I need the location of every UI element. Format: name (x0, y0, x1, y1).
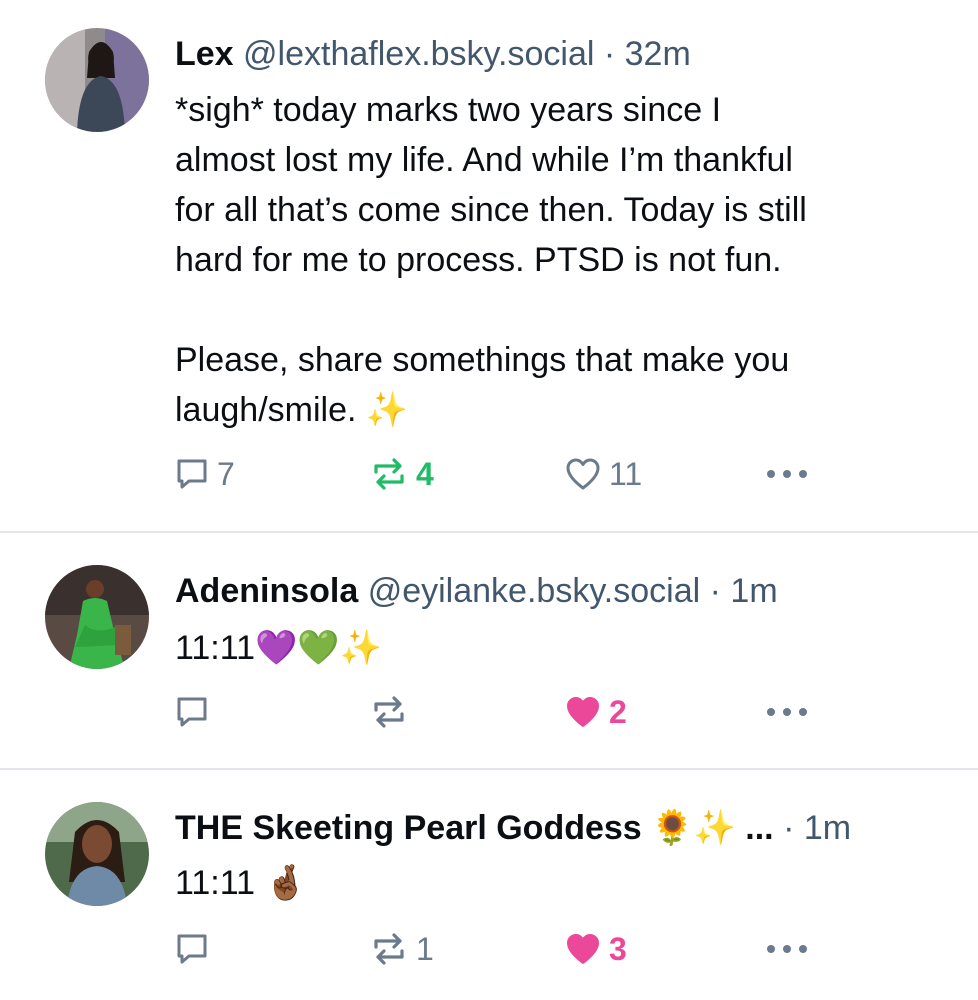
post-text: *sigh* today marks two years since I alm… (175, 91, 807, 429)
repost-button[interactable]: 1 (370, 927, 434, 971)
more-dots-icon (767, 945, 807, 953)
like-button[interactable]: 3 (565, 927, 627, 971)
heart-icon (567, 697, 599, 727)
repost-count: 4 (416, 455, 434, 492)
avatar[interactable] (45, 28, 149, 132)
author-handle[interactable]: @eyilanke.bsky.social (368, 572, 700, 610)
speech-bubble-icon (177, 459, 207, 489)
post-text: 11:11💜💚✨ (175, 629, 383, 667)
timestamp[interactable]: 1m (730, 572, 777, 610)
post-adeninsola[interactable]: Adeninsola @eyilanke.bsky.social · 1m 11… (0, 533, 978, 769)
more-options-button[interactable] (765, 690, 809, 734)
separator-dot: · (603, 35, 616, 73)
speech-bubble-icon (177, 697, 207, 727)
timestamp[interactable]: 32m (625, 35, 691, 73)
speech-bubble-icon (177, 934, 207, 964)
action-bar: 2 (175, 690, 815, 734)
reply-count: 7 (217, 455, 235, 492)
avatar[interactable] (45, 565, 149, 669)
repost-count: 1 (416, 930, 434, 967)
author-name[interactable]: Adeninsola (175, 572, 358, 610)
post-skeeting-pearl-goddess[interactable]: THE Skeeting Pearl Goddess 🌻✨ ... · 1m 1… (0, 770, 978, 1000)
heart-icon (567, 934, 599, 964)
reply-button[interactable] (175, 690, 217, 734)
repost-arrows-icon (374, 933, 404, 965)
author-handle[interactable]: @lexthaflex.bsky.social (243, 35, 594, 73)
separator-dot: · (709, 572, 721, 610)
more-dots-icon (767, 470, 807, 478)
more-options-button[interactable] (765, 452, 809, 496)
avatar-image (45, 565, 149, 669)
like-button[interactable]: 2 (565, 690, 627, 734)
repost-button[interactable]: 4 (370, 452, 434, 496)
separator-dot: · (783, 809, 795, 847)
post-header: Adeninsola @eyilanke.bsky.social · 1m (175, 570, 948, 612)
like-count: 3 (609, 930, 627, 967)
reply-button[interactable] (175, 927, 217, 971)
like-count: 2 (609, 693, 627, 730)
post-header: THE Skeeting Pearl Goddess 🌻✨ ... · 1m (175, 807, 948, 849)
post-header: Lex @lexthaflex.bsky.social · 32m (175, 33, 948, 75)
action-bar: 1 3 (175, 927, 815, 971)
avatar-image (45, 802, 149, 906)
avatar-image (45, 28, 149, 132)
post-text: 11:11 🤞🏾 (175, 864, 307, 902)
action-bar: 7 4 11 (175, 452, 815, 496)
timestamp[interactable]: 1m (804, 809, 851, 847)
repost-button[interactable] (370, 690, 416, 734)
post-lex[interactable]: Lex @lexthaflex.bsky.social · 32m *sigh*… (0, 0, 978, 532)
like-count: 11 (609, 455, 643, 492)
avatar[interactable] (45, 802, 149, 906)
heart-icon (566, 458, 600, 490)
reply-button[interactable]: 7 (175, 452, 235, 496)
repost-arrows-icon (374, 696, 404, 728)
like-button[interactable]: 11 (565, 452, 642, 496)
author-name[interactable]: THE Skeeting Pearl Goddess 🌻✨ ... (175, 809, 774, 847)
more-options-button[interactable] (765, 927, 809, 971)
repost-arrows-icon (374, 458, 404, 490)
more-dots-icon (767, 708, 807, 716)
author-name[interactable]: Lex (175, 35, 234, 73)
